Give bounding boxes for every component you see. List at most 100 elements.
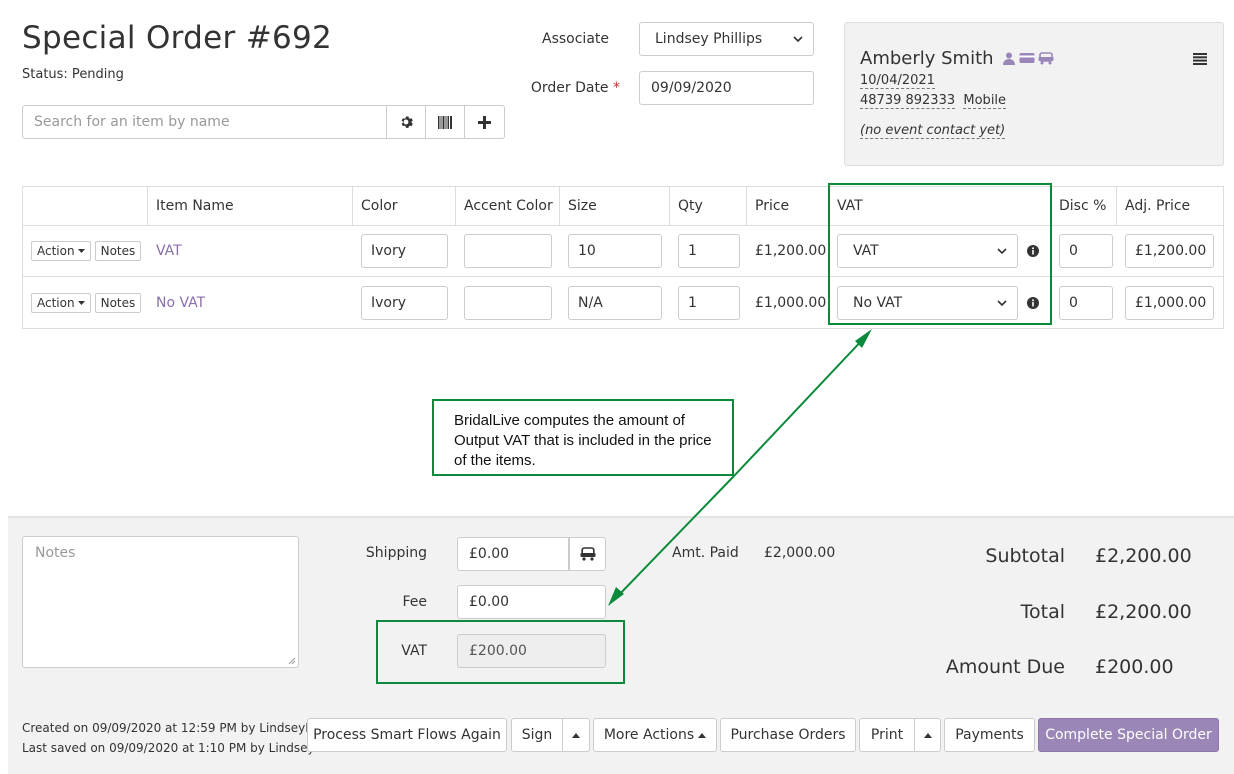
caret-up-icon: [698, 732, 707, 738]
vat-annotation-callout: BridalLive computes the amount of Output…: [432, 399, 734, 476]
event-contact-link[interactable]: (no event contact yet): [860, 123, 1006, 139]
add-item-button[interactable]: [465, 105, 505, 139]
size-input[interactable]: 10: [568, 234, 662, 268]
row-action-button[interactable]: Action: [31, 241, 91, 261]
col-header-size: Size: [560, 187, 670, 226]
col-header-qty: Qty: [670, 187, 747, 226]
size-input[interactable]: N/A: [568, 285, 662, 320]
adj-price-input[interactable]: £1,200.00: [1125, 234, 1214, 268]
item-name-link[interactable]: No VAT: [156, 295, 205, 311]
car-icon: [580, 547, 595, 561]
order-date-label: Order Date *: [520, 80, 620, 96]
arrow-head-to-vat-column: [855, 329, 872, 348]
associate-label: Associate: [542, 31, 609, 47]
sign-button[interactable]: Sign: [511, 718, 563, 752]
resize-handle-icon[interactable]: [288, 657, 296, 665]
person-icon[interactable]: [1002, 52, 1016, 65]
arrow-line-to-vat-column: [733, 335, 867, 477]
subtotal-label: Subtotal: [985, 545, 1065, 567]
sign-menu-toggle[interactable]: [562, 718, 590, 752]
more-actions-label: More Actions: [603, 727, 695, 743]
hamburger-menu-icon[interactable]: [1193, 53, 1207, 65]
required-marker: *: [613, 80, 620, 96]
col-header-price: Price: [747, 187, 829, 226]
payments-button[interactable]: Payments: [944, 718, 1035, 752]
fee-input[interactable]: £0.00: [457, 585, 606, 619]
plus-icon: [478, 115, 491, 129]
chevron-down-icon: [793, 36, 803, 43]
last-saved-info: Last saved on 09/09/2020 at 1:10 PM by L…: [22, 741, 322, 755]
gear-icon: [401, 116, 413, 128]
process-smart-flows-button[interactable]: Process Smart Flows Again: [307, 718, 507, 752]
discount-input[interactable]: 0: [1059, 234, 1113, 268]
customer-phone-type: Mobile: [963, 93, 1007, 109]
order-date-label-text: Order Date: [530, 80, 609, 96]
customer-name-row: Amberly Smith: [860, 48, 1054, 69]
price-value: £1,200.00: [755, 243, 827, 259]
fee-label: Fee: [402, 594, 427, 610]
order-notes-textarea[interactable]: Notes: [22, 536, 299, 668]
order-date-input[interactable]: 09/09/2020: [639, 71, 814, 105]
purchase-orders-button[interactable]: Purchase Orders: [720, 718, 856, 752]
amt-paid-value: £2,000.00: [764, 545, 836, 561]
associate-select[interactable]: Lindsey Phillips: [639, 22, 814, 56]
created-info: Created on 09/09/2020 at 12:59 PM by Lin…: [22, 721, 313, 735]
accent-color-input[interactable]: [464, 285, 552, 320]
adj-price-input[interactable]: £1,000.00: [1125, 285, 1214, 320]
amt-paid-label: Amt. Paid: [672, 545, 739, 561]
col-header-color: Color: [353, 187, 456, 226]
caret-up-icon: [572, 732, 580, 738]
caret-down-icon: [77, 300, 85, 305]
color-input[interactable]: Ivory: [361, 285, 448, 320]
item-search-group: [22, 105, 505, 139]
customer-card: Amberly Smith 10/04/2021 48739 892333 Mo…: [844, 22, 1224, 166]
row-notes-button[interactable]: Notes: [94, 292, 142, 313]
shipping-group: £0.00: [457, 537, 606, 571]
shipping-label: Shipping: [365, 545, 427, 561]
amount-due-value: £200.00: [1095, 656, 1174, 678]
amount-due-label: Amount Due: [945, 656, 1065, 678]
color-input[interactable]: Ivory: [361, 234, 448, 268]
associate-value: Lindsey Phillips: [655, 31, 763, 47]
print-button[interactable]: Print: [859, 718, 915, 752]
price-value: £1,000.00: [755, 294, 827, 311]
vat-column-highlight: [828, 183, 1052, 325]
notes-placeholder: Notes: [35, 545, 76, 561]
vat-total-highlight: [376, 620, 625, 684]
shipping-method-button[interactable]: [569, 537, 606, 571]
col-header-actions: [23, 187, 148, 226]
complete-special-order-button[interactable]: Complete Special Order: [1038, 718, 1219, 752]
page-title: Special Order #692: [22, 20, 333, 56]
caret-up-icon: [923, 732, 932, 738]
accent-color-input[interactable]: [464, 234, 552, 268]
action-label: Action: [37, 244, 75, 258]
qty-input[interactable]: 1: [678, 285, 740, 320]
car-icon[interactable]: [1038, 52, 1054, 65]
row-notes-button[interactable]: Notes: [94, 241, 142, 261]
action-label: Action: [37, 295, 75, 310]
item-name-link[interactable]: VAT: [156, 243, 182, 259]
order-status: Status: Pending: [22, 67, 124, 82]
print-menu-toggle[interactable]: [914, 718, 941, 752]
barcode-icon: [438, 115, 452, 129]
col-header-adj-price: Adj. Price: [1125, 198, 1191, 214]
customer-name[interactable]: Amberly Smith: [860, 48, 994, 69]
caret-down-icon: [77, 249, 85, 253]
qty-input[interactable]: 1: [678, 234, 740, 268]
more-actions-button[interactable]: More Actions: [593, 718, 717, 752]
card-icon[interactable]: [1019, 52, 1035, 64]
total-label: Total: [1020, 601, 1065, 623]
discount-input[interactable]: 0: [1059, 285, 1113, 320]
shipping-input[interactable]: £0.00: [457, 537, 569, 571]
item-search-input[interactable]: [22, 105, 387, 139]
customer-event-date[interactable]: 10/04/2021: [860, 73, 935, 89]
customer-phone[interactable]: 48739 892333: [860, 93, 956, 109]
search-settings-button[interactable]: [387, 105, 426, 139]
col-header-item-name: Item Name: [148, 187, 353, 226]
total-value: £2,200.00: [1095, 601, 1192, 623]
col-header-disc: Disc %: [1051, 187, 1117, 226]
barcode-scan-button[interactable]: [426, 105, 465, 139]
subtotal-value: £2,200.00: [1095, 545, 1192, 567]
col-header-accent-color: Accent Color: [456, 187, 560, 226]
row-action-button[interactable]: Action: [31, 292, 91, 313]
